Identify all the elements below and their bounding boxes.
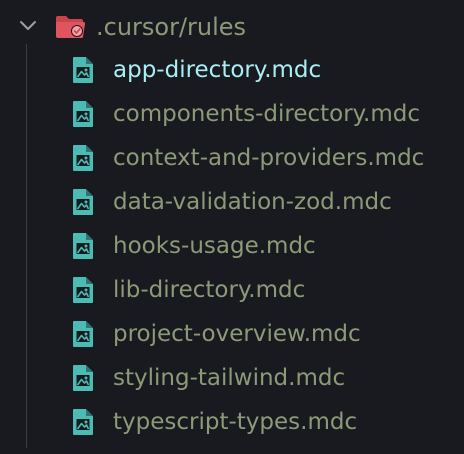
file-name: hooks-usage.mdc — [113, 233, 316, 259]
file-name: lib-directory.mdc — [113, 277, 306, 303]
file-name: styling-tailwind.mdc — [113, 365, 346, 391]
file-name: project-overview.mdc — [113, 321, 361, 347]
file-row[interactable]: context-and-providers.mdc — [0, 138, 464, 182]
file-row[interactable]: data-validation-zod.mdc — [0, 182, 464, 226]
folder-row-cursor-rules[interactable]: .cursor/rules — [0, 6, 464, 46]
file-name: data-validation-zod.mdc — [113, 189, 392, 215]
image-file-icon — [73, 57, 93, 83]
file-explorer-tree: .cursor/rules app-directory.mdc component… — [0, 0, 464, 454]
file-row[interactable]: hooks-usage.mdc — [0, 226, 464, 270]
file-row[interactable]: styling-tailwind.mdc — [0, 358, 464, 402]
file-name: app-directory.mdc — [113, 57, 322, 83]
image-file-icon — [73, 321, 93, 347]
folder-open-icon — [56, 16, 85, 38]
file-name: components-directory.mdc — [113, 101, 420, 127]
file-name: typescript-types.mdc — [113, 409, 358, 435]
image-file-icon — [73, 101, 93, 127]
image-file-icon — [73, 145, 93, 171]
file-row[interactable]: project-overview.mdc — [0, 314, 464, 358]
image-file-icon — [73, 277, 93, 303]
file-list: app-directory.mdc components-directory.md… — [0, 50, 464, 446]
image-file-icon — [73, 365, 93, 391]
image-file-icon — [73, 233, 93, 259]
chevron-down-icon[interactable] — [18, 16, 38, 36]
file-name: context-and-providers.mdc — [113, 145, 425, 171]
file-row[interactable]: typescript-types.mdc — [0, 402, 464, 446]
image-file-icon — [73, 189, 93, 215]
file-row[interactable]: app-directory.mdc — [0, 50, 464, 94]
file-row[interactable]: components-directory.mdc — [0, 94, 464, 138]
folder-name: .cursor/rules — [96, 13, 247, 41]
image-file-icon — [73, 409, 93, 435]
file-row[interactable]: lib-directory.mdc — [0, 270, 464, 314]
